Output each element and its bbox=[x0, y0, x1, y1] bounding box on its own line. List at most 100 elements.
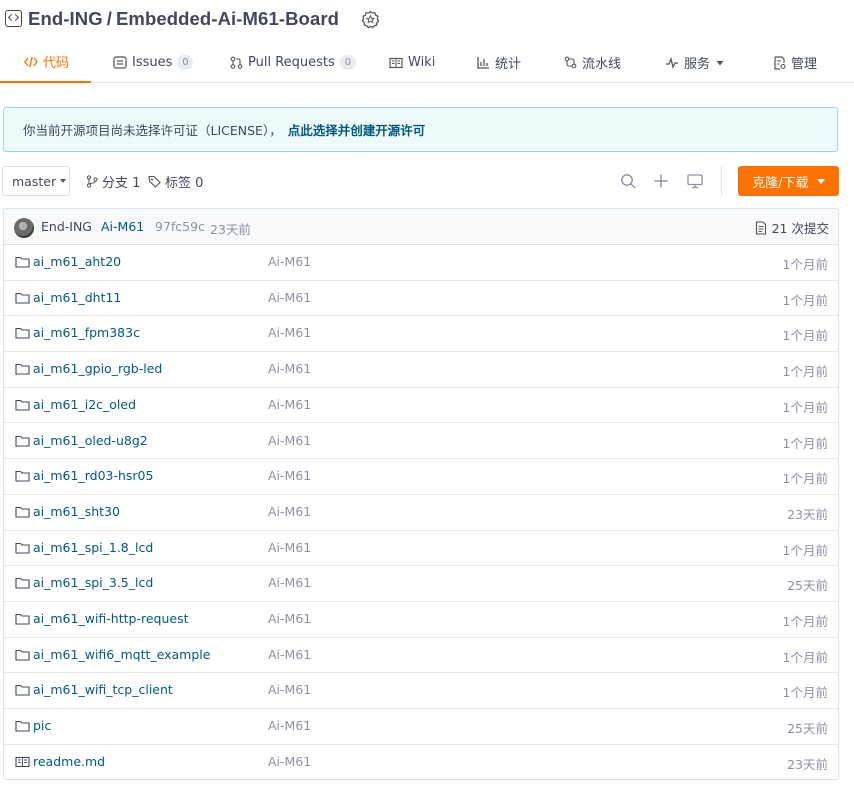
commit-hash[interactable]: 97fc59c bbox=[155, 219, 205, 234]
manage-icon bbox=[774, 55, 786, 70]
file-row[interactable]: ai_m61_wifi6_mqtt_example Ai-M61 1个月前 bbox=[4, 638, 838, 674]
tab-pull-requests[interactable]: Pull Requests 0 bbox=[230, 42, 356, 83]
repo-name-link[interactable]: Embedded-Ai-M61-Board bbox=[116, 8, 339, 29]
file-name-link[interactable]: ai_m61_oled-u8g2 bbox=[33, 433, 148, 448]
file-row[interactable]: ai_m61_fpm383c Ai-M61 1个月前 bbox=[4, 316, 838, 353]
add-file-icon[interactable] bbox=[652, 172, 670, 190]
file-row[interactable]: ai_m61_wifi-http-request Ai-M61 1个月前 bbox=[4, 602, 838, 638]
file-name-link[interactable]: ai_m61_spi_3.5_lcd bbox=[33, 575, 153, 590]
file-commit-message[interactable]: Ai-M61 bbox=[268, 754, 311, 769]
folder-icon bbox=[15, 649, 30, 661]
file-commit-time: 1个月前 bbox=[782, 435, 828, 451]
tab-label: 流水线 bbox=[582, 57, 622, 72]
file-commit-message[interactable]: Ai-M61 bbox=[268, 682, 311, 697]
file-row[interactable]: ai_m61_spi_1.8_lcd Ai-M61 1个月前 bbox=[4, 531, 838, 567]
pulse-icon bbox=[666, 56, 678, 69]
file-commit-message[interactable]: Ai-M61 bbox=[268, 647, 311, 662]
branches-link[interactable]: 分支 1 bbox=[86, 170, 140, 192]
tab-pipeline[interactable]: 流水线 bbox=[564, 42, 621, 83]
file-row[interactable]: ai_m61_aht20 Ai-M61 1个月前 bbox=[4, 245, 838, 281]
file-row[interactable]: pic Ai-M61 25天前 bbox=[4, 709, 838, 745]
file-commit-time: 25天前 bbox=[787, 721, 828, 737]
tab-label: 代码 bbox=[42, 56, 69, 71]
commit-count-link[interactable]: 21 次提交 bbox=[755, 218, 829, 237]
file-row[interactable]: readme.md Ai-M61 23天前 bbox=[4, 745, 838, 779]
folder-icon bbox=[15, 471, 30, 482]
file-name-link[interactable]: ai_m61_rd03-hsr05 bbox=[33, 468, 153, 483]
file-commit-time: 1个月前 bbox=[782, 257, 828, 272]
book-icon bbox=[389, 57, 403, 68]
pull-requests-count-badge: 0 bbox=[339, 55, 356, 70]
file-name-link[interactable]: ai_m61_i2c_oled bbox=[33, 397, 136, 412]
tab-label: 统计 bbox=[495, 57, 522, 72]
folder-icon bbox=[15, 506, 30, 518]
license-notice: 你当前开源项目尚未选择许可证（LICENSE）， 点此选择并创建开源许可 bbox=[3, 107, 838, 152]
folder-icon bbox=[15, 685, 30, 696]
file-commit-time: 1个月前 bbox=[782, 364, 828, 380]
recommend-badge-icon[interactable] bbox=[361, 10, 380, 29]
file-row[interactable]: ai_m61_wifi_tcp_client Ai-M61 1个月前 bbox=[4, 673, 838, 710]
repo-owner-link[interactable]: End-ING bbox=[28, 8, 103, 29]
file-commit-time: 23天前 bbox=[787, 756, 828, 772]
commits-icon bbox=[755, 220, 766, 235]
create-license-link[interactable]: 点此选择并创建开源许可 bbox=[288, 120, 426, 139]
tab-statistics[interactable]: 统计 bbox=[477, 42, 521, 83]
file-name-link[interactable]: ai_m61_wifi_tcp_client bbox=[33, 682, 173, 697]
file-row[interactable]: ai_m61_spi_3.5_lcd Ai-M61 25天前 bbox=[4, 566, 838, 602]
tab-issues[interactable]: Issues 0 bbox=[113, 42, 194, 83]
tab-label: Pull Requests bbox=[248, 55, 335, 70]
file-commit-message[interactable]: Ai-M61 bbox=[268, 468, 311, 483]
file-commit-message[interactable]: Ai-M61 bbox=[268, 718, 311, 733]
file-commit-message[interactable]: Ai-M61 bbox=[268, 575, 311, 590]
caret-down-icon bbox=[716, 60, 724, 65]
file-commit-message[interactable]: Ai-M61 bbox=[268, 504, 311, 519]
file-commit-message[interactable]: Ai-M61 bbox=[268, 290, 311, 305]
file-commit-message[interactable]: Ai-M61 bbox=[268, 361, 311, 376]
tags-link[interactable]: 标签 0 bbox=[148, 170, 203, 192]
file-commit-message[interactable]: Ai-M61 bbox=[268, 433, 311, 448]
file-row[interactable]: ai_m61_i2c_oled Ai-M61 1个月前 bbox=[4, 388, 838, 424]
pipeline-icon bbox=[564, 56, 577, 69]
avatar[interactable] bbox=[14, 218, 34, 238]
file-name-link[interactable]: ai_m61_wifi-http-request bbox=[33, 611, 188, 626]
branch-select-value: master bbox=[12, 173, 57, 189]
tab-services[interactable]: 服务 bbox=[665, 42, 725, 83]
file-row[interactable]: ai_m61_sht30 Ai-M61 23天前 bbox=[4, 495, 838, 531]
file-name-link[interactable]: ai_m61_gpio_rgb-led bbox=[33, 361, 162, 376]
web-ide-icon[interactable] bbox=[686, 172, 704, 190]
commit-author[interactable]: End-ING bbox=[41, 219, 92, 234]
toolbar-divider bbox=[721, 166, 722, 196]
latest-commit-bar: End-ING Ai-M61 97fc59c 23天前 21 次提交 bbox=[4, 209, 838, 245]
file-name-link[interactable]: ai_m61_wifi6_mqtt_example bbox=[33, 647, 210, 662]
branches-label: 分支 1 bbox=[102, 175, 141, 191]
file-name-link[interactable]: ai_m61_aht20 bbox=[33, 254, 121, 269]
file-commit-message[interactable]: Ai-M61 bbox=[268, 397, 311, 412]
issues-count-badge: 0 bbox=[177, 55, 194, 70]
file-commit-message[interactable]: Ai-M61 bbox=[268, 540, 311, 555]
file-row[interactable]: ai_m61_gpio_rgb-led Ai-M61 1个月前 bbox=[4, 352, 838, 388]
tab-label: Wiki bbox=[408, 55, 436, 70]
file-commit-time: 25天前 bbox=[787, 578, 828, 594]
file-row[interactable]: ai_m61_dht11 Ai-M61 1个月前 bbox=[4, 281, 838, 317]
commit-message[interactable]: Ai-M61 bbox=[101, 219, 144, 234]
bar-chart-icon bbox=[477, 57, 489, 69]
file-name-link[interactable]: ai_m61_spi_1.8_lcd bbox=[33, 540, 153, 555]
tab-code[interactable]: 代码 bbox=[0, 42, 91, 83]
branch-select[interactable]: master bbox=[2, 166, 70, 196]
file-commit-message[interactable]: Ai-M61 bbox=[268, 325, 311, 340]
caret-down-icon bbox=[816, 178, 825, 184]
file-name-link[interactable]: readme.md bbox=[33, 754, 105, 769]
file-commit-message[interactable]: Ai-M61 bbox=[268, 611, 311, 626]
file-row[interactable]: ai_m61_oled-u8g2 Ai-M61 1个月前 bbox=[4, 424, 838, 460]
clone-download-button[interactable]: 克隆/下载 bbox=[738, 166, 839, 196]
file-row[interactable]: ai_m61_rd03-hsr05 Ai-M61 1个月前 bbox=[4, 459, 838, 495]
file-name-link[interactable]: ai_m61_sht30 bbox=[33, 504, 120, 519]
issues-icon bbox=[113, 56, 127, 69]
file-name-link[interactable]: ai_m61_dht11 bbox=[33, 290, 121, 305]
search-icon[interactable] bbox=[619, 172, 637, 190]
file-commit-message[interactable]: Ai-M61 bbox=[268, 254, 311, 269]
tab-manage[interactable]: 管理 bbox=[773, 42, 817, 83]
file-name-link[interactable]: ai_m61_fpm383c bbox=[33, 325, 140, 340]
tab-wiki[interactable]: Wiki bbox=[389, 42, 435, 83]
file-name-link[interactable]: pic bbox=[33, 718, 51, 733]
